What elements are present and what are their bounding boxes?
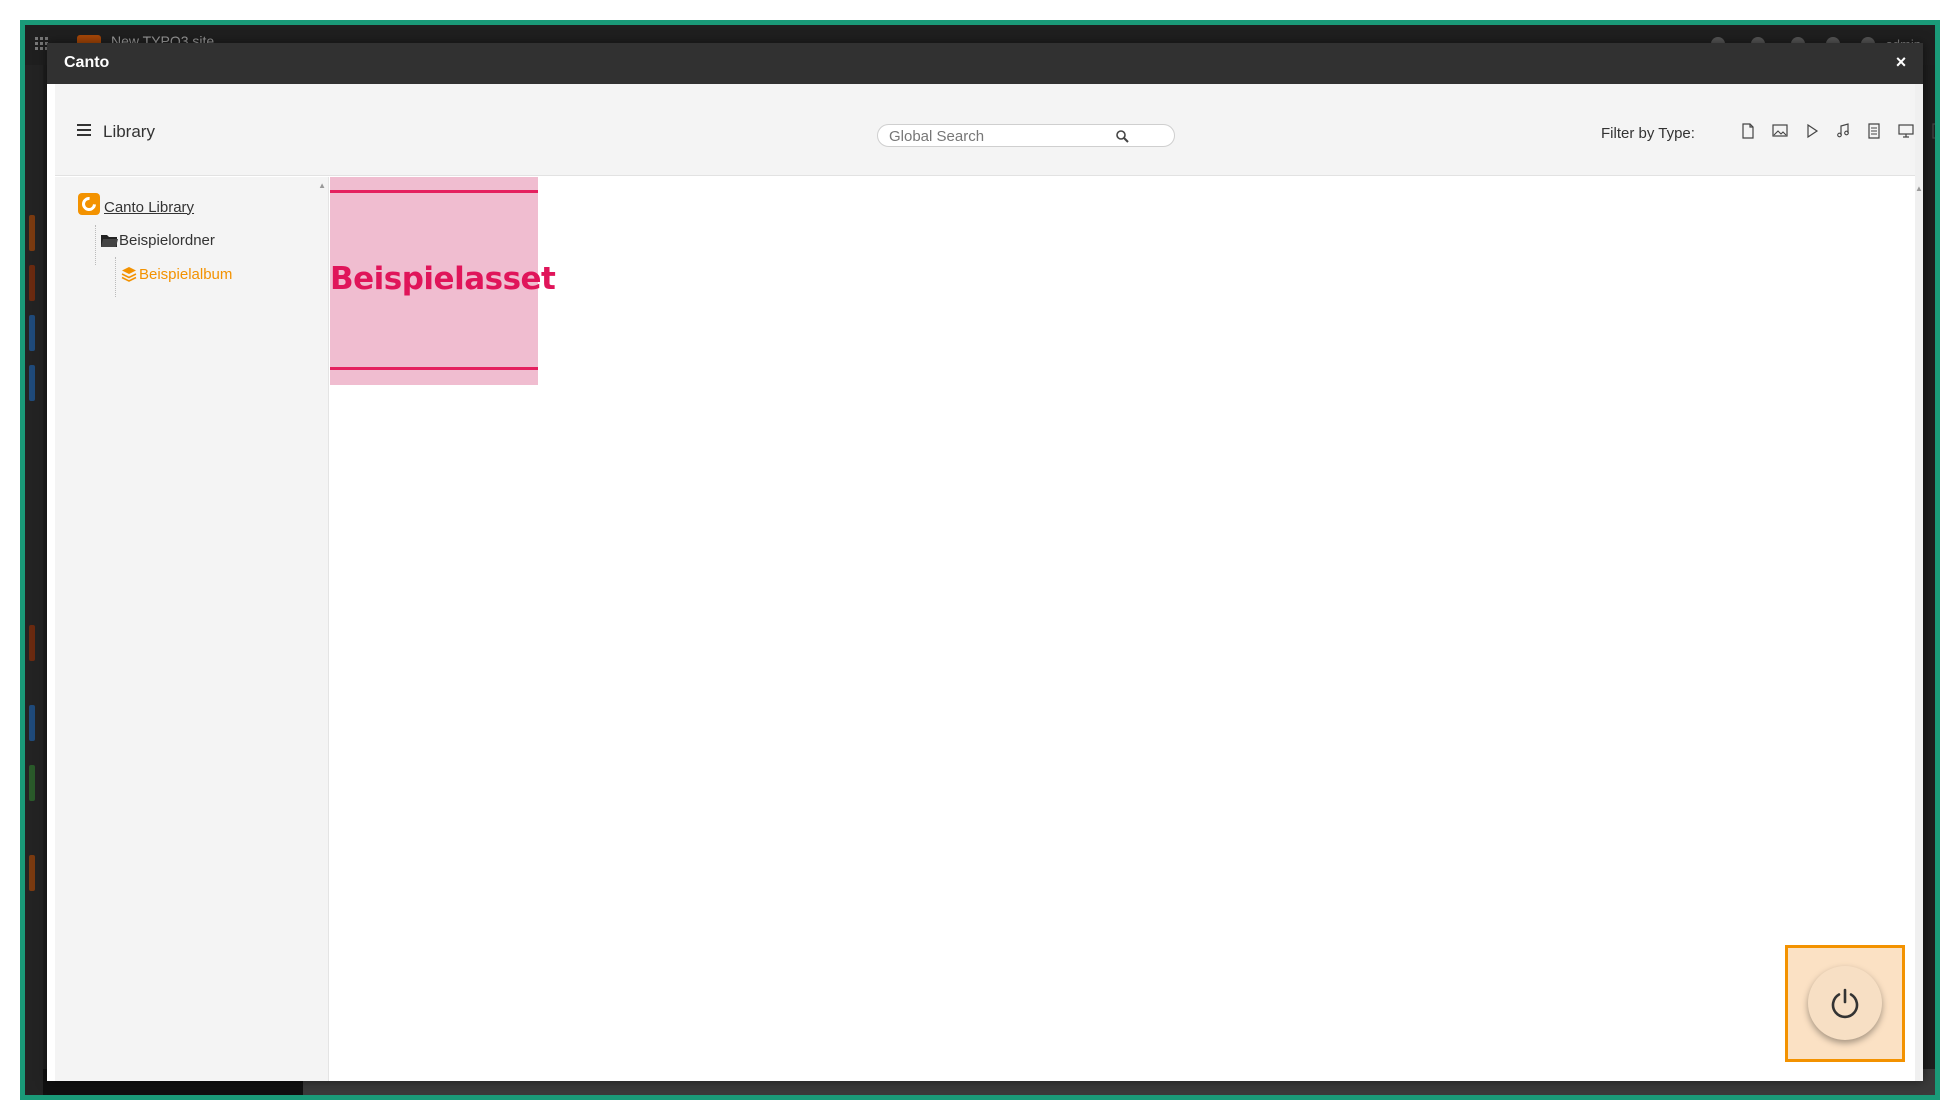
- tree-item-beispielalbum[interactable]: Beispielalbum: [121, 263, 232, 285]
- scroll-up-arrow-icon[interactable]: ▲: [1915, 184, 1923, 193]
- other-file-icon[interactable]: [1929, 122, 1935, 140]
- tree-item-label[interactable]: Beispielordner: [119, 232, 215, 249]
- video-icon[interactable]: [1803, 122, 1821, 140]
- all-files-icon[interactable]: [1739, 122, 1757, 140]
- document-icon[interactable]: [1865, 122, 1883, 140]
- tree-item-label[interactable]: Canto Library: [104, 199, 194, 216]
- canto-logo-icon: [78, 193, 100, 215]
- scrollbar[interactable]: ▲: [1915, 84, 1923, 1081]
- power-icon: [1831, 988, 1859, 1019]
- global-search[interactable]: [877, 124, 1175, 147]
- module-icon[interactable]: [29, 265, 35, 301]
- module-icon[interactable]: [29, 625, 35, 661]
- canto-toolbar: Library Filter by Type:: [55, 84, 1935, 176]
- scroll-up-arrow-icon[interactable]: ▲: [318, 181, 326, 190]
- modal-header: Canto ×: [47, 43, 1923, 84]
- screen: New TYPO3 site admin Canto ×: [20, 20, 1940, 1100]
- modal-title: Canto: [64, 54, 110, 71]
- search-input[interactable]: [889, 127, 1119, 145]
- filter-by-type-label: Filter by Type:: [1601, 125, 1695, 142]
- presentation-icon[interactable]: [1897, 122, 1915, 140]
- module-icon[interactable]: [29, 705, 35, 741]
- screenshot-frame: New TYPO3 site admin Canto ×: [0, 0, 1960, 1120]
- search-icon[interactable]: [1115, 129, 1131, 145]
- asset-decor-line: [330, 190, 538, 193]
- tree-item-canto-library[interactable]: Canto Library: [78, 191, 194, 217]
- audio-icon[interactable]: [1834, 122, 1852, 140]
- module-icon[interactable]: [29, 765, 35, 801]
- menu-icon[interactable]: [77, 124, 93, 138]
- tree-item-beispielordner[interactable]: Beispielordner: [101, 229, 215, 251]
- module-icon[interactable]: [29, 215, 35, 251]
- tree-item-label[interactable]: Beispielalbum: [139, 266, 232, 283]
- asset-decor-line: [330, 367, 538, 370]
- tree-connector: [115, 257, 116, 297]
- folder-tree: ▲ Canto Library Beispielordner Beispiela…: [55, 177, 329, 1081]
- power-button-highlight: [1785, 945, 1905, 1062]
- module-icon[interactable]: [29, 315, 35, 351]
- asset-title: Beispielasset: [330, 261, 556, 297]
- canto-modal: Canto × Library Filter by Type:: [47, 43, 1935, 1081]
- asset-grid: Beispielasset: [330, 177, 1915, 1081]
- library-label[interactable]: Library: [103, 122, 155, 142]
- tree-connector: [95, 225, 96, 265]
- album-icon: [121, 266, 137, 282]
- module-icon[interactable]: [29, 855, 35, 891]
- module-icon[interactable]: [29, 365, 35, 401]
- image-icon[interactable]: [1771, 122, 1789, 140]
- typo3-module-sidebar: [25, 65, 43, 1095]
- folder-icon: [101, 233, 118, 247]
- asset-thumbnail[interactable]: Beispielasset: [330, 177, 556, 385]
- power-button[interactable]: [1808, 966, 1882, 1040]
- close-button[interactable]: ×: [1891, 51, 1911, 73]
